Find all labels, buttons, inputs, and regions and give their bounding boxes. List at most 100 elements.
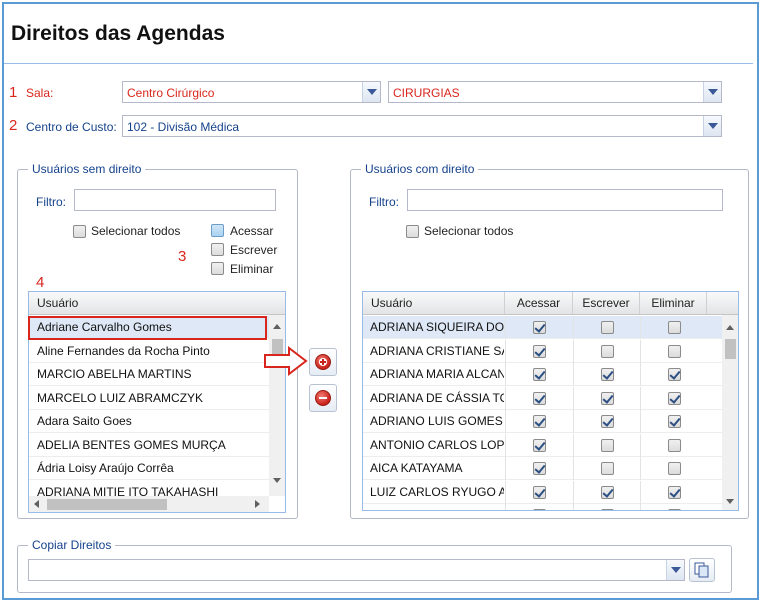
sala-sub-combo[interactable]: CIRURGIAS bbox=[388, 81, 722, 103]
scroll-down-icon[interactable] bbox=[273, 478, 281, 483]
scroll-down-icon[interactable] bbox=[726, 499, 734, 504]
perm-cell-escrever bbox=[573, 386, 640, 410]
page-title: Direitos das Agendas bbox=[11, 22, 225, 45]
perm-eliminar-checkbox[interactable] bbox=[668, 509, 681, 510]
sala-combo[interactable]: Centro Cirúrgico bbox=[122, 81, 381, 103]
right-vscroll-thumb[interactable] bbox=[725, 339, 736, 359]
perm-eliminar-checkbox[interactable] bbox=[211, 262, 224, 275]
table-row[interactable]: MARCELO LUIZ ABRAMCZYK bbox=[29, 387, 269, 410]
copy-rights-dropdown-trigger[interactable] bbox=[666, 560, 684, 580]
left-select-all-checkbox[interactable] bbox=[73, 225, 86, 238]
perm-cell-acessar bbox=[505, 386, 573, 410]
perm-escrever-checkbox[interactable] bbox=[601, 415, 614, 428]
perm-acessar-checkbox[interactable] bbox=[533, 462, 546, 475]
perm-acessar-checkbox[interactable] bbox=[533, 391, 546, 405]
table-row[interactable]: ANTONIO CARLOS LOPES bbox=[363, 433, 722, 457]
sala-label: Sala: bbox=[26, 86, 54, 100]
perm-escrever-checkbox[interactable] bbox=[601, 509, 614, 510]
right-grid-vscrollbar[interactable] bbox=[722, 315, 738, 510]
left-filter-label: Filtro: bbox=[36, 195, 66, 209]
right-filter-label: Filtro: bbox=[369, 195, 399, 209]
add-rights-button[interactable] bbox=[309, 348, 337, 376]
annotation-1: 1 bbox=[9, 84, 18, 101]
table-row[interactable]: Ádria Loisy Araújo Corrêa bbox=[29, 457, 269, 480]
perm-escrever-checkbox[interactable] bbox=[601, 462, 614, 475]
perm-cell-acessar bbox=[505, 480, 573, 504]
perm-cell-escrever bbox=[573, 339, 640, 363]
perm-cell-acessar bbox=[505, 339, 573, 363]
centro-custo-dropdown-trigger[interactable] bbox=[703, 116, 721, 136]
user-name-cell: MARCIO ABELHA MARTINS bbox=[37, 367, 192, 381]
scroll-right-icon[interactable] bbox=[255, 500, 260, 508]
right-filter-input[interactable] bbox=[407, 189, 723, 211]
table-row[interactable]: ADRIANO LUIS GOMES bbox=[363, 410, 722, 433]
centro-custo-value: 102 - Divisão Médica bbox=[127, 120, 240, 134]
perm-acessar-checkbox[interactable] bbox=[533, 321, 546, 334]
perm-cell-escrever bbox=[573, 316, 640, 339]
perm-eliminar-checkbox[interactable] bbox=[668, 391, 681, 405]
annotation-2: 2 bbox=[9, 117, 18, 134]
right-col-eliminar[interactable]: Eliminar bbox=[640, 292, 707, 314]
user-name-cell: Aline Fernandes da Rocha Pinto bbox=[37, 343, 210, 358]
table-row[interactable]: ADRIANA SIQUEIRA DOS SANTOS bbox=[363, 316, 722, 339]
perm-cell-acessar bbox=[505, 433, 573, 457]
right-col-usuario[interactable]: Usuário bbox=[363, 292, 505, 314]
perm-cell-eliminar bbox=[640, 410, 707, 433]
copy-rights-combo[interactable] bbox=[28, 559, 685, 581]
perm-escrever-checkbox[interactable] bbox=[601, 391, 614, 405]
right-arrow-icon bbox=[264, 346, 308, 376]
scroll-left-icon[interactable] bbox=[34, 500, 39, 508]
perm-escrever-checkbox[interactable] bbox=[601, 438, 614, 452]
table-row[interactable]: Adara Saito Goes bbox=[29, 410, 269, 433]
table-row[interactable]: AICA KATAYAMA bbox=[363, 457, 722, 480]
left-grid-hscrollbar[interactable] bbox=[29, 496, 269, 512]
perm-acessar-checkbox[interactable] bbox=[533, 485, 546, 499]
perm-eliminar-checkbox[interactable] bbox=[668, 438, 681, 452]
table-row[interactable]: ADRIANA MARIA ALCANTARA bbox=[363, 363, 722, 386]
users-without-rights-legend: Usuários sem direito bbox=[28, 162, 146, 176]
perm-escrever-checkbox[interactable] bbox=[601, 344, 614, 358]
right-col-acessar[interactable]: Acessar bbox=[505, 292, 573, 314]
perm-acessar-checkbox[interactable] bbox=[533, 438, 546, 452]
table-row[interactable]: LUIZ CARLOS RYUGO AKAMINE bbox=[363, 480, 722, 504]
copy-rights-button[interactable] bbox=[689, 558, 715, 582]
table-row[interactable]: ADELIA BENTES GOMES MURÇA bbox=[29, 434, 269, 457]
left-grid-vscrollbar[interactable] bbox=[269, 315, 285, 496]
sala-dropdown-trigger[interactable] bbox=[362, 82, 380, 102]
scroll-up-icon[interactable] bbox=[273, 324, 281, 329]
left-filter-input[interactable] bbox=[74, 189, 276, 211]
table-row[interactable]: ADRIANA CRISTIANE SANTOS bbox=[363, 339, 722, 363]
perm-acessar-checkbox[interactable] bbox=[533, 344, 546, 358]
table-row[interactable]: ADRIANA DE CÁSSIA TOLEDO bbox=[363, 386, 722, 410]
perm-acessar-checkbox[interactable] bbox=[211, 224, 224, 237]
perm-eliminar-checkbox[interactable] bbox=[668, 485, 681, 499]
remove-rights-button[interactable] bbox=[309, 384, 337, 412]
perm-cell-eliminar bbox=[640, 480, 707, 504]
perm-escrever-checkbox[interactable] bbox=[601, 368, 614, 381]
table-row[interactable]: Aline Fernandes da Rocha Pinto bbox=[29, 340, 269, 363]
perm-eliminar-checkbox[interactable] bbox=[668, 415, 681, 428]
table-row[interactable]: ALBERTO NAKAMURA bbox=[363, 504, 722, 510]
perm-eliminar-checkbox[interactable] bbox=[668, 344, 681, 358]
perm-escrever-checkbox[interactable] bbox=[601, 321, 614, 334]
left-hscroll-thumb[interactable] bbox=[47, 499, 167, 510]
right-col-escrever[interactable]: Escrever bbox=[573, 292, 640, 314]
centro-custo-combo[interactable]: 102 - Divisão Médica bbox=[122, 115, 722, 137]
perm-escrever-checkbox[interactable] bbox=[601, 485, 614, 499]
perm-eliminar-checkbox[interactable] bbox=[668, 321, 681, 334]
user-name-cell: ADRIANA MARIA ALCANTARA bbox=[370, 367, 504, 381]
perm-acessar-checkbox[interactable] bbox=[533, 509, 546, 510]
perm-eliminar-checkbox[interactable] bbox=[668, 368, 681, 381]
perm-eliminar-checkbox[interactable] bbox=[668, 462, 681, 475]
perm-escrever-checkbox[interactable] bbox=[211, 243, 224, 256]
scroll-up-icon[interactable] bbox=[726, 325, 734, 330]
sala-value: Centro Cirúrgico bbox=[127, 86, 215, 100]
sala-sub-dropdown-trigger[interactable] bbox=[703, 82, 721, 102]
left-col-usuario[interactable]: Usuário bbox=[29, 292, 285, 314]
perm-acessar-checkbox[interactable] bbox=[533, 415, 546, 428]
perm-cell-escrever bbox=[573, 410, 640, 433]
right-select-all-checkbox[interactable] bbox=[406, 225, 419, 238]
table-row[interactable]: MARCIO ABELHA MARTINS bbox=[29, 363, 269, 386]
perm-escrever-label: Escrever bbox=[230, 243, 278, 257]
perm-acessar-checkbox[interactable] bbox=[533, 368, 546, 381]
